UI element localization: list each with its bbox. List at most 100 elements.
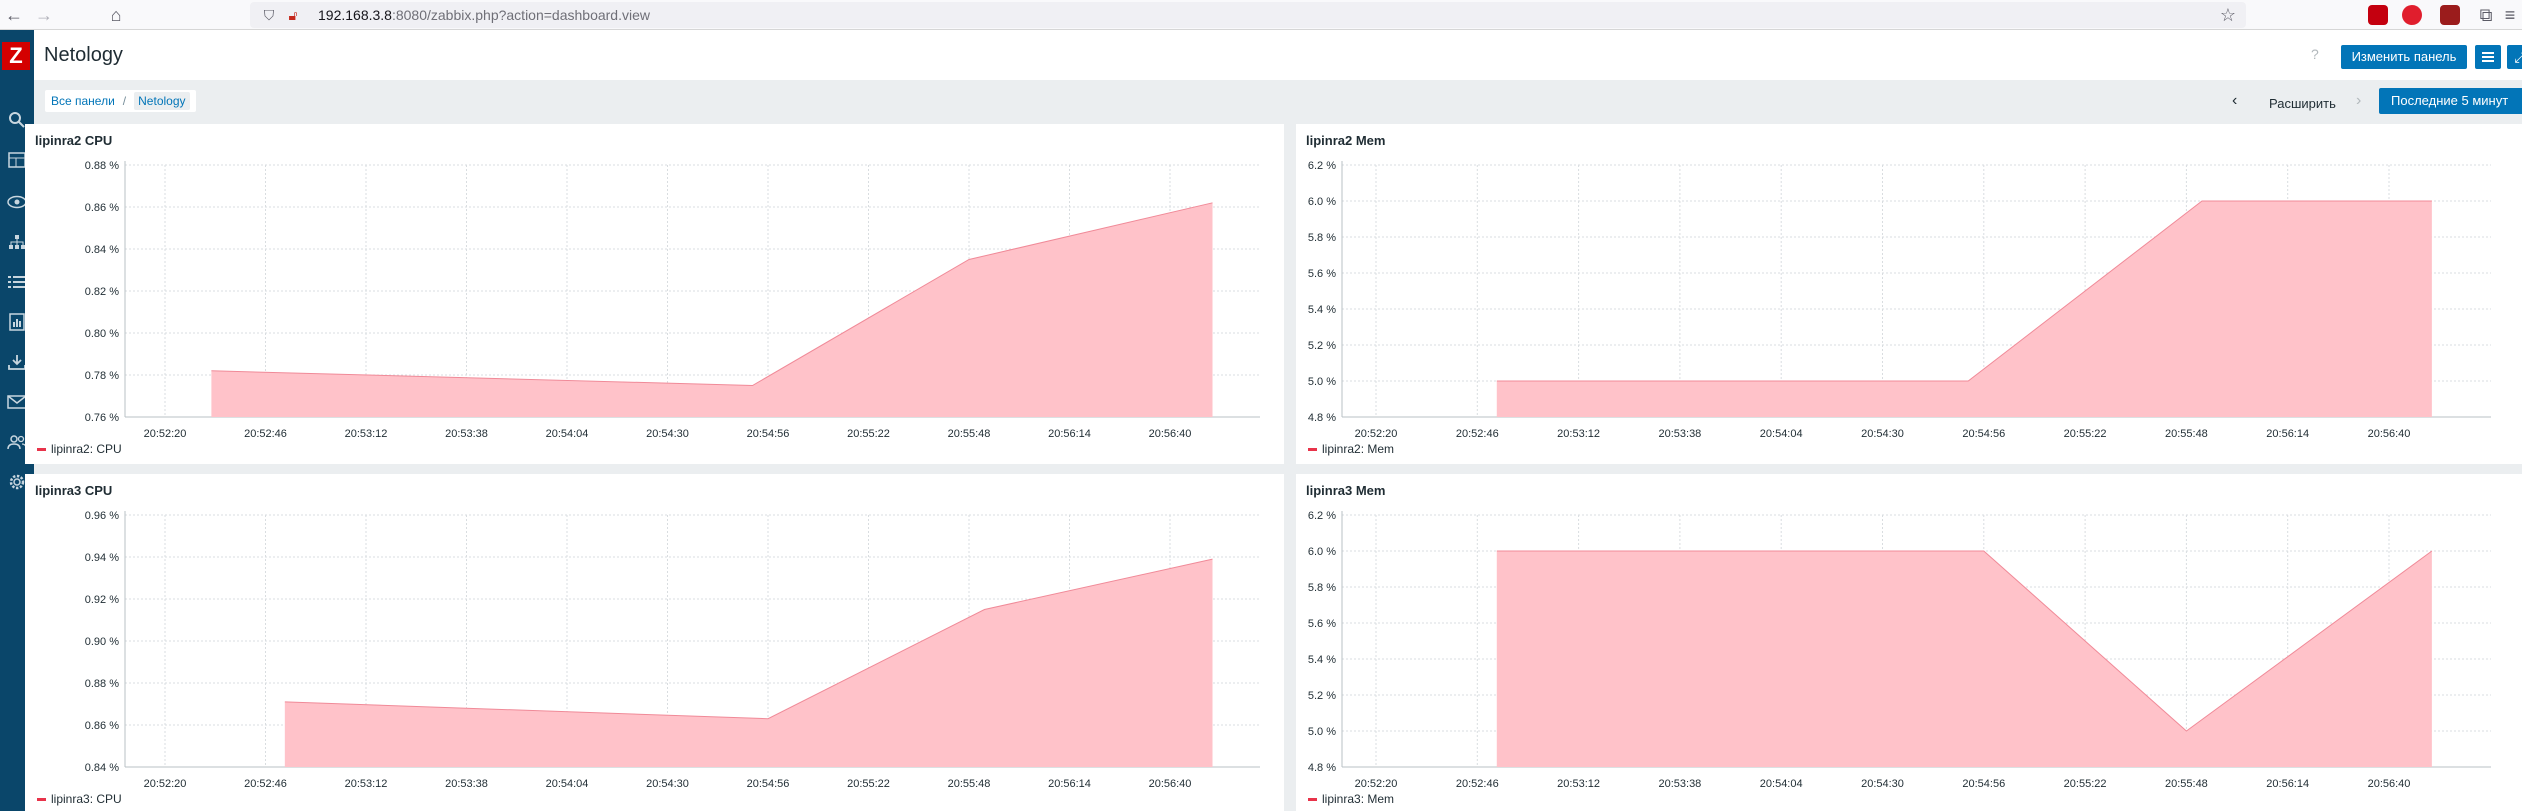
y-tick-label: 0.84 % — [85, 762, 119, 774]
logo-letter: Z — [2, 42, 30, 70]
x-tick-label: 20:52:20 — [144, 778, 187, 790]
y-tick-label: 0.76 % — [85, 412, 119, 424]
x-tick-label: 20:54:56 — [747, 778, 790, 790]
url-host: 192.168.3.8 — [318, 7, 392, 23]
menu-bar — [2482, 60, 2494, 62]
graph-canvas: 6.2 % 6.0 % 5.8 % 5.6 % 5.4 % 5.2 % 5.0 % 4.8 %… — [1308, 510, 2491, 790]
breadcrumb: Все панели / Netology — [45, 90, 196, 112]
y-tick-label: 4.8 % — [1308, 762, 1336, 774]
graph-widget: lipinra3 Mem 6.2 % 6.0 % 5.8 % 5.6 % 5.4 % 5.… — [1296, 474, 2522, 811]
y-tick-label: 0.84 % — [85, 244, 119, 256]
x-tick-label: 20:56:14 — [2266, 428, 2309, 440]
extension-grid-icon[interactable] — [2440, 5, 2460, 25]
time-prev-chevron-icon[interactable]: ‹ — [2232, 92, 2237, 110]
legend-label: lipinra2: CPU — [51, 442, 122, 456]
legend-swatch — [37, 797, 46, 801]
y-tick-label: 0.80 % — [85, 328, 119, 340]
bookmark-star-icon[interactable]: ☆ — [2216, 3, 2240, 27]
x-tick-label: 20:52:20 — [1355, 778, 1398, 790]
x-tick-label: 20:52:46 — [1456, 778, 1499, 790]
breadcrumb-all-dashboards[interactable]: Все панели — [51, 90, 115, 112]
x-tick-label: 20:54:30 — [1861, 428, 1904, 440]
home-icon[interactable]: ⌂ — [104, 3, 128, 27]
time-next-chevron-icon[interactable]: › — [2356, 92, 2361, 110]
breadcrumb-current[interactable]: Netology — [134, 92, 190, 110]
y-tick-label: 5.2 % — [1308, 340, 1336, 352]
url-text[interactable]: 192.168.3.8:8080/zabbix.php?action=dashb… — [318, 2, 650, 28]
x-tick-label: 20:53:12 — [1557, 778, 1600, 790]
legend-swatch — [37, 447, 46, 451]
graph-canvas: 0.88 % 0.86 % 0.84 % 0.82 % 0.80 % 0.78 % 0.76… — [85, 160, 1260, 440]
x-tick-label: 20:54:30 — [646, 778, 689, 790]
x-tick-label: 20:52:46 — [244, 778, 287, 790]
x-tick-label: 20:54:04 — [1760, 778, 1803, 790]
x-tick-label: 20:53:38 — [1658, 428, 1701, 440]
x-tick-label: 20:53:12 — [345, 428, 388, 440]
x-tick-label: 20:55:48 — [2165, 778, 2208, 790]
x-tick-label: 20:55:22 — [2064, 428, 2107, 440]
y-tick-label: 5.6 % — [1308, 618, 1336, 630]
graph-canvas: 6.2 % 6.0 % 5.8 % 5.6 % 5.4 % 5.2 % 5.0 % 4.8 %… — [1308, 160, 2491, 440]
x-tick-label: 20:54:56 — [1962, 428, 2005, 440]
y-tick-label: 0.82 % — [85, 286, 119, 298]
x-tick-label: 20:54:56 — [747, 428, 790, 440]
extensions-puzzle-icon[interactable]: ⧉ — [2474, 3, 2498, 27]
x-tick-label: 20:53:38 — [445, 778, 488, 790]
graph-widget: lipinra2 CPU 0.88 % 0.86 % 0.84 % 0.82 % 0.8… — [25, 124, 1284, 464]
privacy-extension-icon[interactable] — [2402, 5, 2422, 25]
x-tick-label: 20:56:40 — [2368, 428, 2411, 440]
legend-label: lipinra3: Mem — [1322, 792, 1395, 806]
series-area — [1496, 201, 2432, 417]
browser-menu-icon[interactable]: ≡ — [2498, 3, 2522, 27]
url-path: :8080/zabbix.php?action=dashboard.view — [391, 7, 650, 23]
graph-legend: lipinra3: Mem — [1308, 792, 1394, 806]
back-icon[interactable]: ← — [2, 3, 26, 27]
y-tick-label: 0.78 % — [85, 370, 119, 382]
graph-legend: lipinra2: CPU — [37, 442, 122, 456]
x-tick-label: 20:53:12 — [1557, 428, 1600, 440]
x-tick-label: 20:56:40 — [1149, 778, 1192, 790]
edit-dashboard-button[interactable]: Изменить панель — [2341, 45, 2467, 69]
y-tick-label: 0.90 % — [85, 636, 119, 648]
x-tick-label: 20:55:48 — [2165, 428, 2208, 440]
kiosk-mode-icon[interactable]: ⤢ — [2507, 45, 2522, 69]
y-tick-label: 5.8 % — [1308, 582, 1336, 594]
x-tick-label: 20:55:22 — [2064, 778, 2107, 790]
x-tick-label: 20:56:40 — [1149, 428, 1192, 440]
x-tick-label: 20:56:40 — [2368, 778, 2411, 790]
page-title: Netology — [44, 44, 123, 66]
address-bar[interactable]: ⛉ 🔓︎ 192.168.3.8:8080/zabbix.php?action=… — [250, 2, 2246, 28]
forward-icon[interactable]: → — [32, 3, 56, 27]
menu-bar — [2482, 52, 2494, 54]
x-tick-label: 20:53:38 — [1658, 778, 1701, 790]
x-tick-label: 20:52:46 — [244, 428, 287, 440]
x-tick-label: 20:53:12 — [345, 778, 388, 790]
x-tick-label: 20:54:30 — [1861, 778, 1904, 790]
zoom-out-button[interactable]: Расширить — [2269, 96, 2336, 111]
time-range-button[interactable]: Последние 5 минут — [2379, 88, 2522, 114]
y-tick-label: 0.88 % — [85, 678, 119, 690]
y-tick-label: 6.0 % — [1308, 546, 1336, 558]
page-header: Netology ? Изменить панель ⤢ — [34, 30, 2522, 80]
legend-label: lipinra3: CPU — [51, 792, 122, 806]
graph-legend: lipinra3: CPU — [37, 792, 122, 806]
ublock-icon[interactable] — [2368, 5, 2388, 25]
y-tick-label: 0.94 % — [85, 552, 119, 564]
y-tick-label: 5.2 % — [1308, 690, 1336, 702]
graph-widget: lipinra2 Mem 6.2 % 6.0 % 5.8 % 5.6 % 5.4 % 5.… — [1296, 124, 2522, 464]
help-icon[interactable]: ? — [2311, 46, 2319, 62]
insecure-lock-icon[interactable]: 🔓︎ — [284, 6, 302, 24]
y-tick-label: 5.8 % — [1308, 232, 1336, 244]
x-tick-label: 20:52:20 — [1355, 428, 1398, 440]
dashboard-actions-menu-button[interactable] — [2475, 45, 2501, 69]
y-tick-label: 5.4 % — [1308, 304, 1336, 316]
shield-icon[interactable]: ⛉ — [260, 6, 278, 24]
x-tick-label: 20:54:56 — [1962, 778, 2005, 790]
series-area — [1496, 551, 2432, 767]
x-tick-label: 20:54:30 — [646, 428, 689, 440]
y-tick-label: 6.0 % — [1308, 196, 1336, 208]
zabbix-logo[interactable]: Z — [0, 30, 34, 88]
graph-widget: lipinra3 CPU 0.96 % 0.94 % 0.92 % 0.90 % 0.8… — [25, 474, 1284, 811]
x-tick-label: 20:56:14 — [1048, 778, 1091, 790]
x-tick-label: 20:55:22 — [847, 778, 890, 790]
